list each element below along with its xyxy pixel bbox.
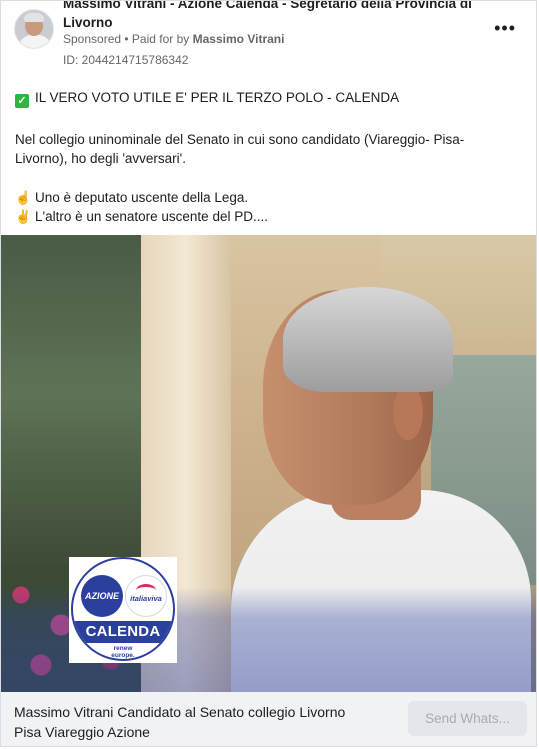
paragraph: Nel collegio uninominale del Senato in c…	[15, 130, 464, 168]
ad-id: ID: 2044214715786342	[63, 53, 189, 67]
pointing-hand-icon: ☝	[15, 190, 32, 205]
paragraph-line-1: Nel collegio uninominale del Senato in c…	[15, 132, 465, 147]
ad-image[interactable]: AZIONE italiaviva CALENDA renew europe.	[1, 235, 536, 692]
paragraph-line-2: Livorno), ho degli 'avversari'.	[15, 151, 186, 166]
bullet-1-text: Uno è deputato uscente della Lega.	[35, 190, 249, 205]
calenda-logo: AZIONE italiaviva CALENDA renew europe.	[69, 557, 177, 663]
payer-name[interactable]: Massimo Vitrani	[193, 32, 285, 46]
page-avatar[interactable]	[14, 9, 54, 49]
check-mark-icon: ✓	[15, 94, 29, 108]
azione-logo-text: AZIONE	[81, 575, 123, 617]
page-name[interactable]: Massimo Vitrani - Azione Calenda - Segre…	[63, 1, 473, 32]
ad-card: Massimo Vitrani - Azione Calenda - Segre…	[0, 0, 537, 747]
sponsored-label: Sponsored	[63, 32, 122, 46]
more-options-icon[interactable]: •••	[494, 19, 516, 37]
bullet-2-text: L'altro è un senatore uscente del PD....	[35, 209, 268, 224]
send-whatsapp-button[interactable]: Send Whats...	[408, 701, 527, 736]
headline-line: ✓ IL VERO VOTO UTILE E' PER IL TERZO POLO…	[15, 88, 399, 108]
victory-hand-icon: ✌	[15, 209, 32, 224]
bullet-1: ☝ Uno è deputato uscente della Lega.	[15, 188, 248, 207]
ad-footer[interactable]: Massimo Vitrani Candidato al Senato coll…	[1, 692, 536, 746]
sponsored-line: Sponsored • Paid for by Massimo Vitrani	[63, 32, 284, 46]
calenda-logo-text: CALENDA	[85, 623, 161, 640]
italiaviva-logo: italiaviva	[125, 575, 167, 617]
footer-title[interactable]: Massimo Vitrani Candidato al Senato coll…	[14, 702, 399, 742]
bullet-2: ✌ L'altro è un senatore uscente del PD...…	[15, 207, 268, 226]
headline-text: IL VERO VOTO UTILE E' PER IL TERZO POLO …	[35, 90, 400, 105]
paid-for-prefix: • Paid for by	[124, 32, 190, 46]
renew-europe-text: renew europe.	[111, 645, 135, 659]
